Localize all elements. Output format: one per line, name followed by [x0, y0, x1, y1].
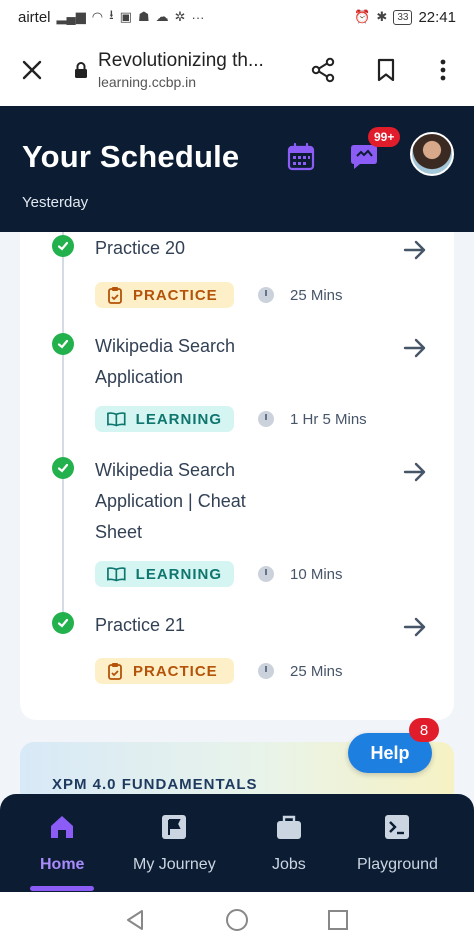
schedule-content: Practice 20 PRACTICE 25 Mins Wikipedia S…	[0, 232, 474, 794]
clock-icon	[258, 663, 274, 679]
tag-label: PRACTICE	[133, 286, 218, 304]
active-tab-indicator	[30, 886, 94, 891]
recents-icon[interactable]	[327, 909, 349, 931]
battery-icon: 33	[393, 9, 413, 25]
wifi-icon: ◠	[91, 9, 104, 24]
download-icon: ⭳	[109, 7, 114, 22]
help-badge: 8	[409, 718, 439, 742]
linkedin-icon: ▣	[119, 9, 132, 24]
more-vertical-icon	[440, 59, 446, 81]
completed-check-icon	[52, 235, 74, 257]
timeline-line	[62, 232, 64, 624]
item-title: Practice 21	[95, 615, 186, 635]
arrow-right-icon[interactable]	[402, 614, 428, 640]
cloud-icon: ☁	[155, 9, 169, 24]
completed-check-icon	[52, 457, 74, 479]
book-open-icon	[107, 412, 126, 427]
duration-label: 1 Hr 5 Mins	[290, 411, 367, 428]
nav-my-journey[interactable]: My Journey	[133, 812, 216, 874]
nav-label: Jobs	[272, 856, 306, 873]
alarm-icon: ⏰	[354, 9, 371, 24]
item-title-line: Sheet	[95, 522, 143, 542]
item-title: Wikipedia Search Application	[95, 331, 295, 393]
share-icon	[311, 57, 335, 83]
clock-icon	[258, 287, 274, 303]
flag-icon	[162, 815, 187, 839]
address-bar[interactable]: Revolutionizing th... learning.ccbp.in	[98, 50, 288, 90]
page-heading: Your Schedule	[22, 139, 240, 174]
item-title-line: Wikipedia Search	[95, 460, 236, 480]
home-icon	[51, 816, 74, 838]
arrow-right-icon[interactable]	[402, 459, 428, 485]
signal-icon: ▂▄▆	[56, 9, 86, 24]
page-title: Revolutionizing th...	[98, 50, 264, 71]
briefcase-icon	[276, 815, 301, 839]
completed-check-icon	[52, 333, 74, 355]
system-navigation-bar	[0, 892, 474, 948]
share-button[interactable]	[306, 53, 340, 87]
calendar-icon[interactable]	[286, 142, 316, 172]
duration-label: 25 Mins	[290, 287, 343, 304]
notification-badge: 99+	[368, 127, 401, 147]
item-title-line: Application	[95, 367, 184, 387]
nav-jobs[interactable]: Jobs	[272, 812, 306, 874]
item-title-line: Wikipedia Search	[95, 336, 236, 356]
schedule-header: Your Schedule Yesterday 99+	[0, 106, 474, 232]
browser-menu-button[interactable]	[426, 53, 460, 87]
bookmark-icon	[377, 58, 395, 82]
clipboard-icon	[108, 663, 122, 680]
duration-label: 10 Mins	[290, 566, 343, 583]
arrow-right-icon[interactable]	[402, 237, 428, 263]
avatar[interactable]	[410, 132, 454, 176]
status-bar: airtel ▂▄▆ ◠ ⭳ ▣ ☗ ☁ ✲ ··· ⏰ ✱ 33 22:41	[0, 0, 474, 34]
bookmark-button[interactable]	[369, 53, 403, 87]
back-icon[interactable]	[124, 908, 146, 932]
bluetooth-icon: ✱	[376, 9, 388, 24]
settings-icon: ✲	[174, 9, 186, 24]
item-title-line: Application | Cheat	[95, 491, 246, 511]
nav-label: My Journey	[133, 856, 216, 873]
clock-icon	[258, 566, 274, 582]
practice-tag: PRACTICE	[95, 658, 234, 684]
nav-home[interactable]: Home	[40, 812, 84, 874]
learning-tag: LEARNING	[95, 561, 234, 587]
date-label: Yesterday	[22, 194, 89, 211]
tag-label: PRACTICE	[133, 662, 218, 680]
terminal-icon	[385, 815, 410, 839]
nav-playground[interactable]: Playground	[357, 812, 438, 874]
item-title: Wikipedia Search Application | Cheat She…	[95, 455, 295, 548]
nav-label: Playground	[357, 856, 438, 873]
lock-icon	[72, 61, 90, 79]
clock-icon	[258, 411, 274, 427]
practice-tag: PRACTICE	[95, 282, 234, 308]
learning-tag: LEARNING	[95, 406, 234, 432]
carrier-label: airtel	[18, 8, 51, 26]
bottom-navigation: Home My Journey Jobs Playground	[0, 794, 474, 892]
course-title: XPM 4.0 FUNDAMENTALS	[52, 776, 258, 793]
clock-time: 22:41	[418, 8, 456, 26]
browser-toolbar: Revolutionizing th... learning.ccbp.in	[0, 34, 474, 106]
tag-label: LEARNING	[135, 565, 222, 583]
close-icon	[22, 60, 42, 80]
page-url: learning.ccbp.in	[98, 74, 197, 90]
more-notifications-icon: ···	[191, 9, 205, 25]
arrow-right-icon[interactable]	[402, 335, 428, 361]
snapchat-icon: ☗	[137, 9, 150, 24]
close-tab-button[interactable]	[18, 56, 46, 84]
item-title: Practice 20	[95, 238, 186, 258]
completed-check-icon	[52, 612, 74, 634]
duration-label: 25 Mins	[290, 663, 343, 680]
clipboard-icon	[108, 287, 122, 304]
nav-label: Home	[40, 856, 85, 873]
home-circle-icon[interactable]	[225, 908, 249, 932]
tag-label: LEARNING	[135, 410, 222, 428]
book-open-icon	[107, 567, 126, 582]
